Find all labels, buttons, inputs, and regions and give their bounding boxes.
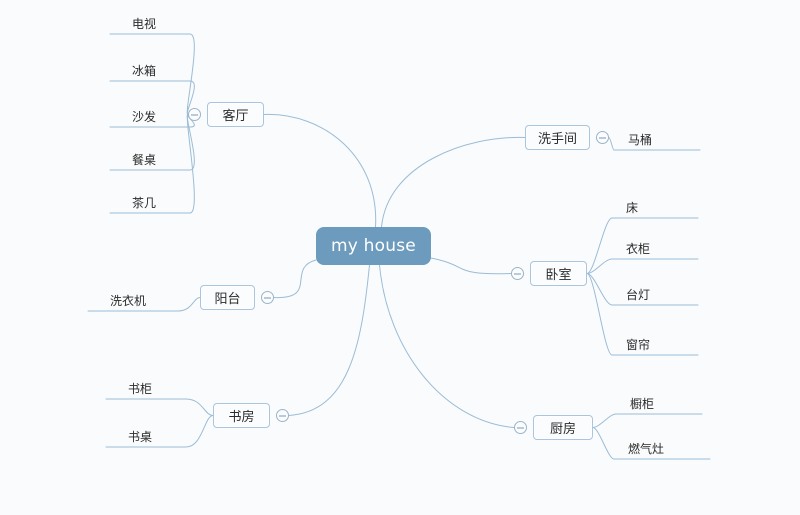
collapse-minus-icon[interactable]	[276, 409, 289, 422]
leaf-node-label: 衣柜	[626, 242, 651, 256]
leaf-node-label: 燃气灶	[628, 442, 665, 456]
leaf-node[interactable]: 台灯	[626, 281, 688, 305]
leaf-node-label: 窗帘	[626, 338, 651, 352]
branch-node-bathroom[interactable]: 洗手间	[525, 125, 590, 150]
leaf-node[interactable]: 书桌	[128, 423, 190, 447]
branch-node-label: 客厅	[222, 109, 249, 124]
leaf-node-label: 马桶	[628, 133, 653, 147]
leaf-node[interactable]: 床	[626, 194, 688, 218]
leaf-node[interactable]: 电视	[132, 10, 194, 34]
leaf-node[interactable]: 书柜	[128, 375, 190, 399]
leaf-node-label: 橱柜	[630, 397, 655, 411]
branch-node-label: 洗手间	[537, 132, 577, 147]
leaf-node[interactable]: 洗衣机	[110, 287, 182, 311]
root-node-label: my house	[331, 236, 416, 256]
leaf-node-label: 洗衣机	[110, 294, 147, 308]
leaf-node-label: 茶几	[132, 196, 157, 210]
leaf-node-label: 台灯	[626, 288, 651, 302]
collapse-minus-icon[interactable]	[261, 291, 274, 304]
branch-node-label: 书房	[228, 410, 255, 425]
leaf-node[interactable]: 沙发	[132, 103, 194, 127]
collapse-minus-icon[interactable]	[596, 131, 609, 144]
branch-node-balcony[interactable]: 阳台	[200, 285, 255, 310]
collapse-minus-icon[interactable]	[514, 421, 527, 434]
branch-node-label: 厨房	[549, 422, 576, 437]
leaf-node[interactable]: 橱柜	[630, 390, 692, 414]
leaf-node[interactable]: 餐桌	[132, 146, 194, 170]
leaf-node-label: 电视	[132, 17, 157, 31]
leaf-node[interactable]: 马桶	[628, 126, 690, 150]
branch-node-label: 阳台	[214, 292, 241, 307]
leaf-node[interactable]: 衣柜	[626, 235, 688, 259]
leaf-node-label: 冰箱	[132, 64, 157, 78]
collapse-minus-icon[interactable]	[511, 267, 524, 280]
branch-node-label: 卧室	[545, 268, 572, 283]
leaf-node-label: 床	[626, 201, 639, 215]
leaf-node[interactable]: 燃气灶	[628, 435, 700, 459]
leaf-node-label: 沙发	[132, 110, 157, 124]
leaf-node[interactable]: 冰箱	[132, 57, 194, 81]
branch-node-study[interactable]: 书房	[213, 403, 270, 428]
branch-node-living-room[interactable]: 客厅	[207, 102, 264, 127]
leaf-node-label: 书桌	[128, 430, 153, 444]
leaf-node[interactable]: 茶几	[132, 189, 194, 213]
mindmap-canvas: my house 客厅 电视冰箱沙发餐桌茶几阳台 洗衣机书房 书柜书桌 洗手间 马桶卧室 床衣…	[0, 0, 800, 515]
root-node[interactable]: my house	[316, 227, 431, 265]
leaf-node-label: 餐桌	[132, 153, 157, 167]
branch-node-bedroom[interactable]: 卧室	[530, 261, 587, 286]
branch-node-kitchen[interactable]: 厨房	[533, 415, 593, 440]
leaf-node[interactable]: 窗帘	[626, 331, 688, 355]
leaf-node-label: 书柜	[128, 382, 153, 396]
